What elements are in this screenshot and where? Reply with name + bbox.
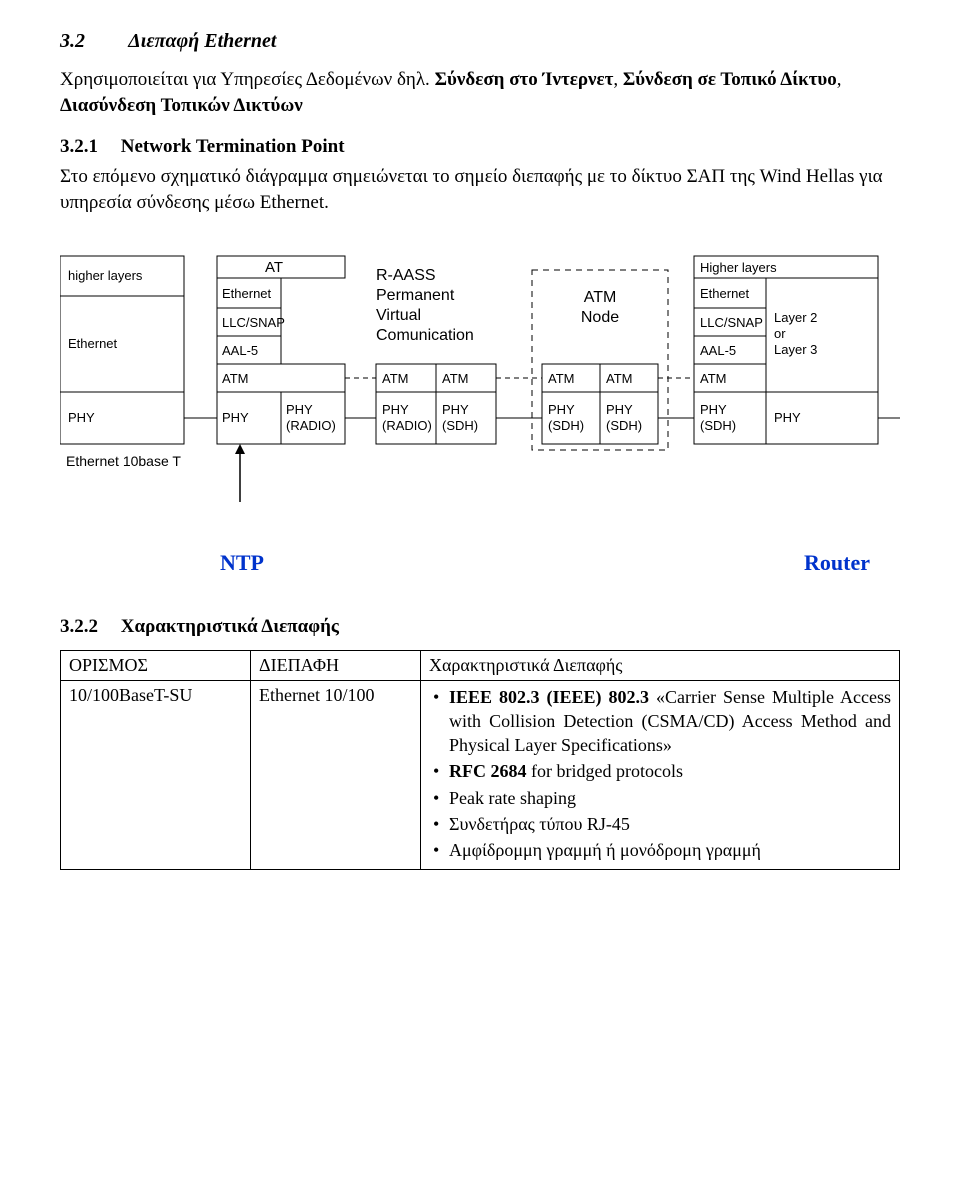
ntp-label: NTP <box>220 550 264 576</box>
diagram-label: LLC/SNAP <box>700 315 763 330</box>
protocol-stack-diagram: higher layers Ethernet PHY Ethernet 10ba… <box>60 252 900 502</box>
table-cell-characteristics: IEEE 802.3 (IEEE) 802.3 «Carrier Sense M… <box>421 680 900 869</box>
table-cell-diepafi: Ethernet 10/100 <box>251 680 421 869</box>
table-cell-orismos: 10/100BaseT-SU <box>61 680 251 869</box>
diagram-caption: Ethernet 10base T <box>66 453 181 469</box>
section-3-2-1-paragraph: Στο επόμενο σχηματικό διάγραμμα σημειώνε… <box>60 164 900 215</box>
diagram-label: LLC/SNAP <box>222 315 285 330</box>
diagram-label: PHY <box>222 410 249 425</box>
router-label: Router <box>804 550 870 576</box>
diagram-label: PHY <box>68 410 95 425</box>
diagram-label: AT <box>265 259 283 276</box>
text-bold: IEEE 802.3 (IEEE) 802.3 <box>449 687 649 707</box>
diagram-label: Higher layers <box>700 260 777 275</box>
characteristics-table: ΟΡΙΣΜΟΣ ΔΙΕΠΑΦΗ Χαρακτηριστικά Διεπαφής … <box>60 650 900 870</box>
diagram-label: (SDH) <box>606 418 642 433</box>
diagram-label: PHY <box>774 410 801 425</box>
diagram-label: ATM <box>382 371 408 386</box>
diagram-label: ATM <box>606 371 632 386</box>
diagram-label: Ethernet <box>68 336 118 351</box>
list-item: Αμφίδρομμη γραμμή ή μονόδρομη γραμμή <box>433 838 891 862</box>
diagram-label: PHY <box>548 402 575 417</box>
section-3-2-number: 3.2 <box>60 30 124 53</box>
table-row: 10/100BaseT-SU Ethernet 10/100 IEEE 802.… <box>61 680 900 869</box>
diagram-label: Layer 2 <box>774 310 817 325</box>
diagram-label: Virtual <box>376 307 421 324</box>
diagram-label: ATM <box>584 289 617 306</box>
diagram-label: PHY <box>606 402 633 417</box>
diagram-label: or <box>774 326 786 341</box>
section-3-2-1-title: Network Termination Point <box>121 136 345 157</box>
diagram-label: (SDH) <box>442 418 478 433</box>
table-header: Χαρακτηριστικά Διεπαφής <box>421 650 900 680</box>
section-3-2-2-title: Χαρακτηριστικά Διεπαφής <box>121 616 339 637</box>
table-header: ΟΡΙΣΜΟΣ <box>61 650 251 680</box>
ntp-router-labels: NTP Router <box>60 550 900 576</box>
diagram-label: Permanent <box>376 287 455 304</box>
diagram-label: Ethernet <box>700 286 750 301</box>
diagram-label: PHY <box>442 402 469 417</box>
text-bold: Σύνδεση σε Τοπικό Δίκτυο <box>623 69 837 90</box>
diagram-label: (SDH) <box>548 418 584 433</box>
diagram-label: (SDH) <box>700 418 736 433</box>
diagram-label: ATM <box>700 371 726 386</box>
diagram-label: AAL-5 <box>700 343 736 358</box>
text-bold: Σύνδεση στο Ίντερνετ <box>435 69 614 90</box>
diagram-label: PHY <box>700 402 727 417</box>
diagram-label: Node <box>581 309 619 326</box>
text-bold: Διασύνδεση Τοπικών Δικτύων <box>60 95 303 116</box>
section-3-2-paragraph: Χρησιμοποιείται για Υπηρεσίες Δεδομένων … <box>60 67 900 118</box>
section-3-2-title: Διεπαφή Ethernet <box>128 30 276 52</box>
diagram-label: PHY <box>382 402 409 417</box>
section-3-2-heading: 3.2 Διεπαφή Ethernet <box>60 30 900 53</box>
characteristics-list: IEEE 802.3 (IEEE) 802.3 «Carrier Sense M… <box>429 685 891 863</box>
section-3-2-2-heading: 3.2.2 Χαρακτηριστικά Διεπαφής <box>60 616 900 638</box>
diagram-label: AAL-5 <box>222 343 258 358</box>
diagram-label: higher layers <box>68 268 143 283</box>
diagram-label: ATM <box>442 371 468 386</box>
section-3-2-1-heading: 3.2.1 Network Termination Point <box>60 136 900 158</box>
text-bold: RFC 2684 <box>449 761 527 781</box>
list-item: Peak rate shaping <box>433 786 891 810</box>
section-3-2-2-number: 3.2.2 <box>60 616 116 638</box>
diagram-label: (RADIO) <box>382 418 432 433</box>
diagram-label: R-AASS <box>376 267 436 284</box>
diagram-label: (RADIO) <box>286 418 336 433</box>
text-segment: Χρησιμοποιείται για Υπηρεσίες Δεδομένων … <box>60 69 435 90</box>
diagram-label: Comunication <box>376 327 474 344</box>
list-item: IEEE 802.3 (IEEE) 802.3 «Carrier Sense M… <box>433 685 891 758</box>
list-item: RFC 2684 for bridged protocols <box>433 759 891 783</box>
diagram-label: PHY <box>286 402 313 417</box>
table-header: ΔΙΕΠΑΦΗ <box>251 650 421 680</box>
diagram-label: Layer 3 <box>774 342 817 357</box>
diagram-label: ATM <box>222 371 248 386</box>
table-header-row: ΟΡΙΣΜΟΣ ΔΙΕΠΑΦΗ Χαρακτηριστικά Διεπαφής <box>61 650 900 680</box>
text-segment: , <box>837 69 842 90</box>
list-item: Συνδετήρας τύπου RJ-45 <box>433 812 891 836</box>
section-3-2-1-number: 3.2.1 <box>60 136 116 158</box>
text-segment: , <box>613 69 623 90</box>
diagram-label: Ethernet <box>222 286 272 301</box>
diagram-label: ATM <box>548 371 574 386</box>
text-segment: for bridged protocols <box>527 761 683 781</box>
